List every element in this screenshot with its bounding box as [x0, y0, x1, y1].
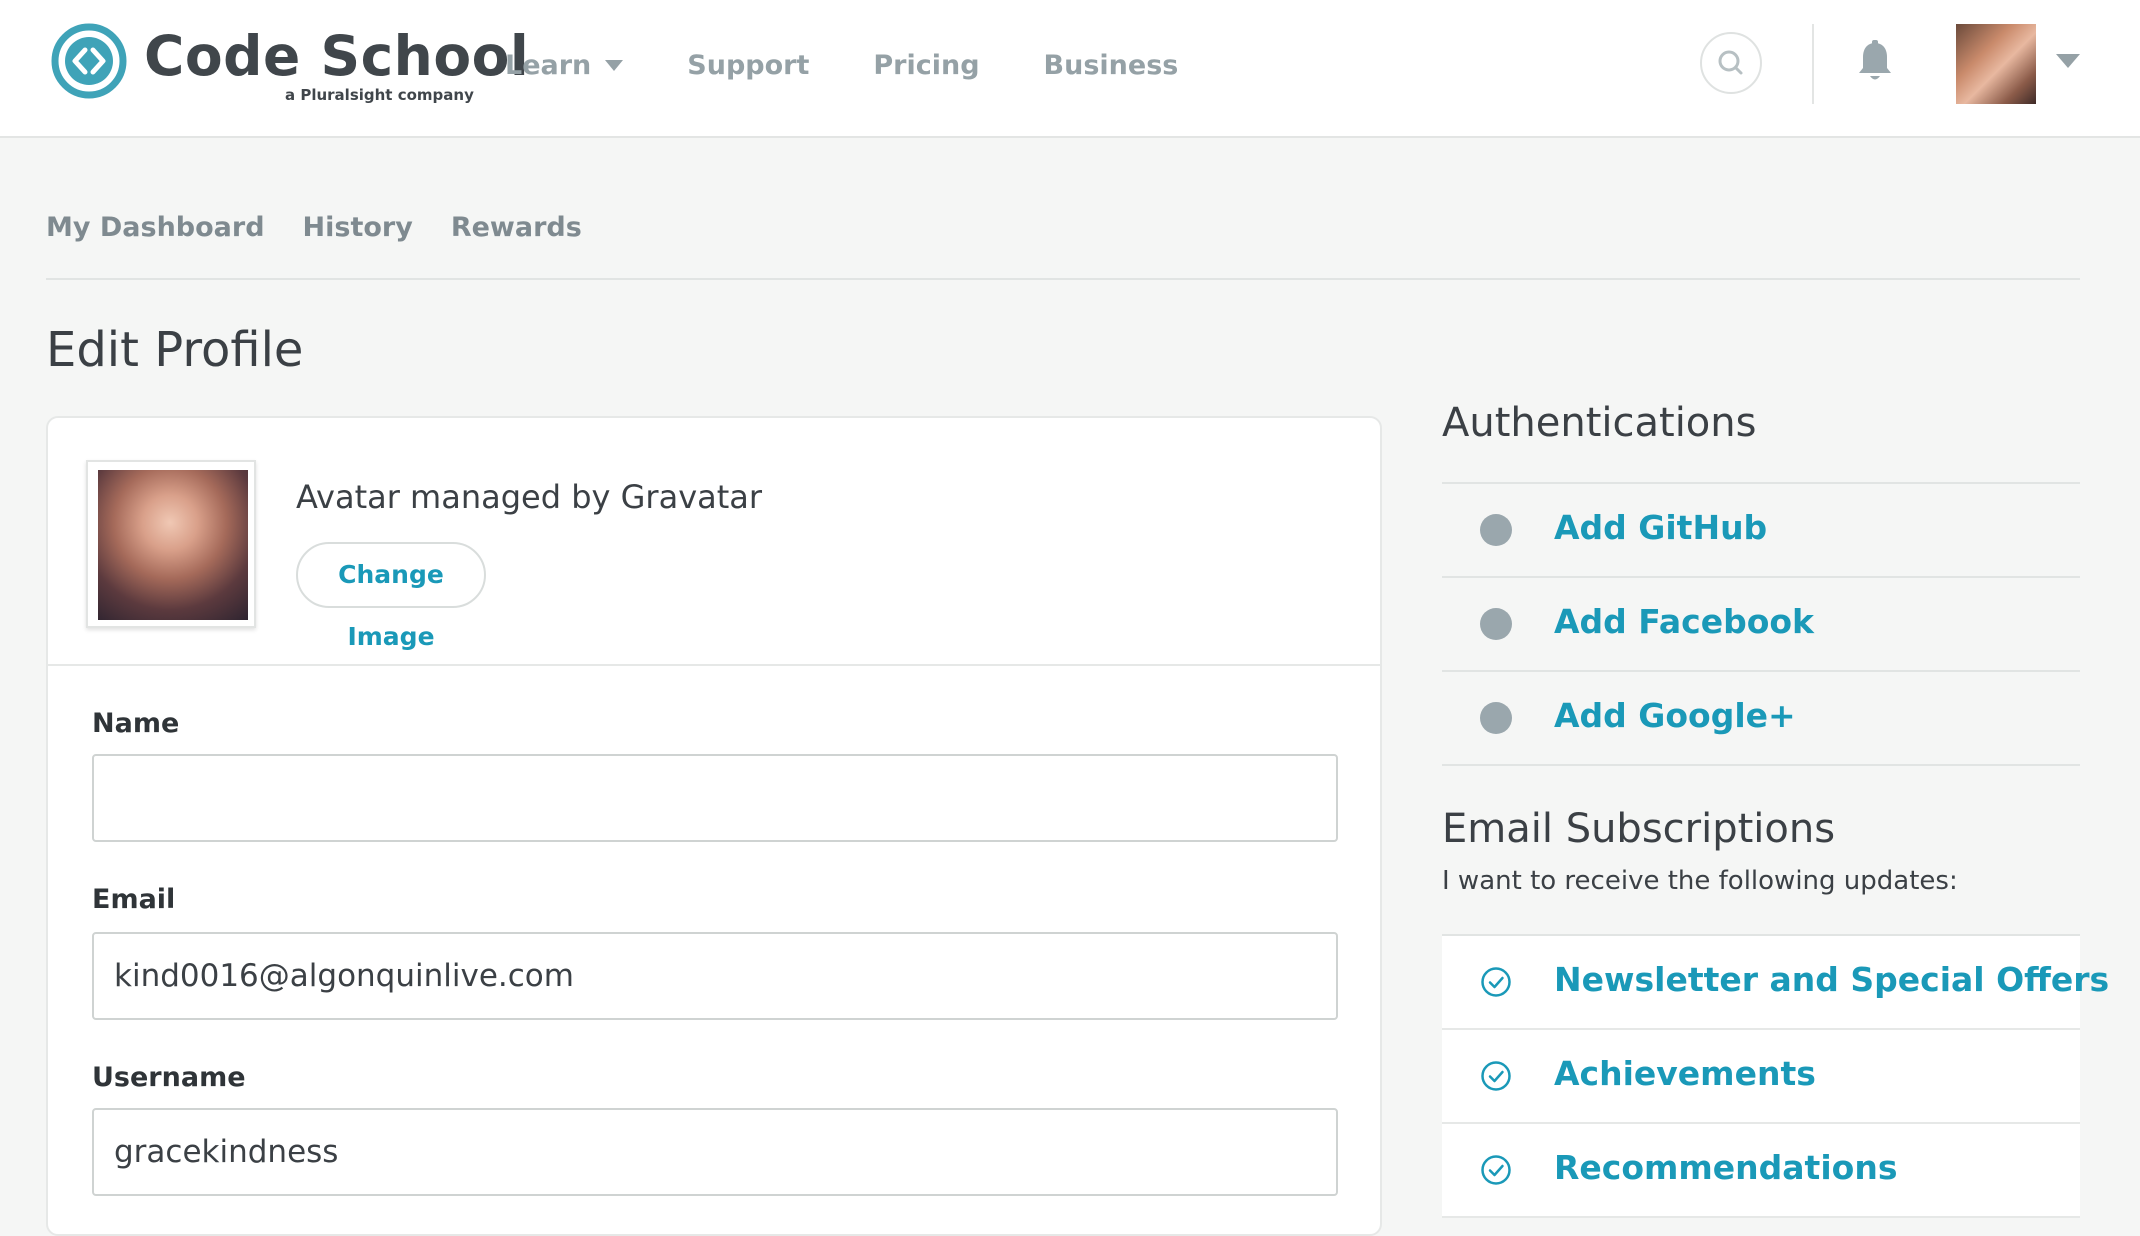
auth-facebook[interactable]: Add Facebook: [1442, 578, 2080, 672]
nav-learn[interactable]: Learn: [505, 49, 624, 81]
subscription-achievements-label: Achievements: [1554, 1054, 1816, 1093]
subnav-rewards[interactable]: Rewards: [451, 212, 582, 243]
username-label: Username: [92, 1062, 246, 1093]
subscription-newsletter[interactable]: Newsletter and Special Offers: [1442, 936, 2109, 1030]
auth-github-label: Add GitHub: [1554, 508, 1768, 547]
authentications-list: Add GitHub Add Facebook Add Google+: [1442, 482, 2080, 766]
subnav-history[interactable]: History: [303, 212, 413, 243]
bell-icon[interactable]: [1856, 40, 1894, 84]
nav-pricing[interactable]: Pricing: [873, 50, 979, 81]
code-brackets-logo-icon: [51, 23, 127, 99]
code-school-logo[interactable]: Code School a Pluralsight company: [50, 22, 529, 104]
subscription-newsletter-label: Newsletter and Special Offers: [1554, 960, 2110, 999]
email-field[interactable]: [92, 932, 1338, 1020]
search-button[interactable]: [1700, 32, 1762, 94]
nav-business-label: Business: [1043, 49, 1179, 81]
status-dot-icon: [1480, 702, 1512, 734]
main-nav: Learn Support Pricing Business: [505, 40, 1242, 90]
auth-facebook-label: Add Facebook: [1554, 602, 1815, 641]
auth-google-plus[interactable]: Add Google+: [1442, 672, 2080, 766]
user-avatar[interactable]: [1956, 24, 2036, 104]
chevron-down-icon[interactable]: [2056, 54, 2080, 68]
status-dot-icon: [1480, 514, 1512, 546]
profile-avatar: [98, 470, 248, 620]
subnav-divider: [46, 278, 2080, 280]
dashboard-subnav: My Dashboard History Rewards: [46, 212, 620, 243]
profile-card: Avatar managed by Gravatar Change Image …: [46, 416, 1382, 1236]
brand-name: Code School: [144, 24, 530, 88]
subscription-achievements[interactable]: Achievements: [1442, 1030, 2080, 1124]
name-field[interactable]: [92, 754, 1338, 842]
nav-support-label: Support: [687, 49, 810, 81]
card-divider: [48, 664, 1380, 666]
nav-learn-label: Learn: [505, 49, 592, 81]
nav-business[interactable]: Business: [1044, 50, 1179, 81]
subnav-my-dashboard[interactable]: My Dashboard: [46, 212, 265, 243]
auth-github[interactable]: Add GitHub: [1442, 484, 2080, 578]
subscription-recommendations[interactable]: Recommendations: [1442, 1124, 2080, 1218]
check-circle-icon: [1481, 1061, 1511, 1091]
email-label: Email: [92, 884, 176, 915]
username-field[interactable]: [92, 1108, 1338, 1196]
header-divider: [1812, 24, 1814, 104]
email-subscriptions-subtitle: I want to receive the following updates:: [1442, 866, 1958, 896]
check-circle-icon: [1481, 1155, 1511, 1185]
subscription-recommendations-label: Recommendations: [1554, 1148, 1898, 1187]
search-icon: [1718, 50, 1743, 75]
profile-avatar-frame: [86, 460, 256, 628]
check-circle-icon: [1481, 967, 1511, 997]
authentications-title: Authentications: [1442, 400, 1757, 446]
change-image-button[interactable]: Change Image: [296, 542, 486, 651]
nav-pricing-label: Pricing: [873, 49, 980, 81]
status-dot-icon: [1480, 608, 1512, 640]
page-title: Edit Profile: [46, 322, 304, 378]
nav-support[interactable]: Support: [687, 50, 809, 81]
auth-google-plus-label: Add Google+: [1554, 696, 1796, 735]
top-bar: Code School a Pluralsight company Learn …: [0, 0, 2140, 138]
name-label: Name: [92, 708, 180, 739]
avatar-caption: Avatar managed by Gravatar: [296, 478, 763, 516]
brand-tagline: a Pluralsight company: [285, 86, 474, 104]
email-subscriptions-title: Email Subscriptions: [1442, 806, 1836, 852]
chevron-down-icon: [605, 59, 624, 71]
email-subscriptions-list: Newsletter and Special Offers Achievemen…: [1442, 934, 2109, 1218]
